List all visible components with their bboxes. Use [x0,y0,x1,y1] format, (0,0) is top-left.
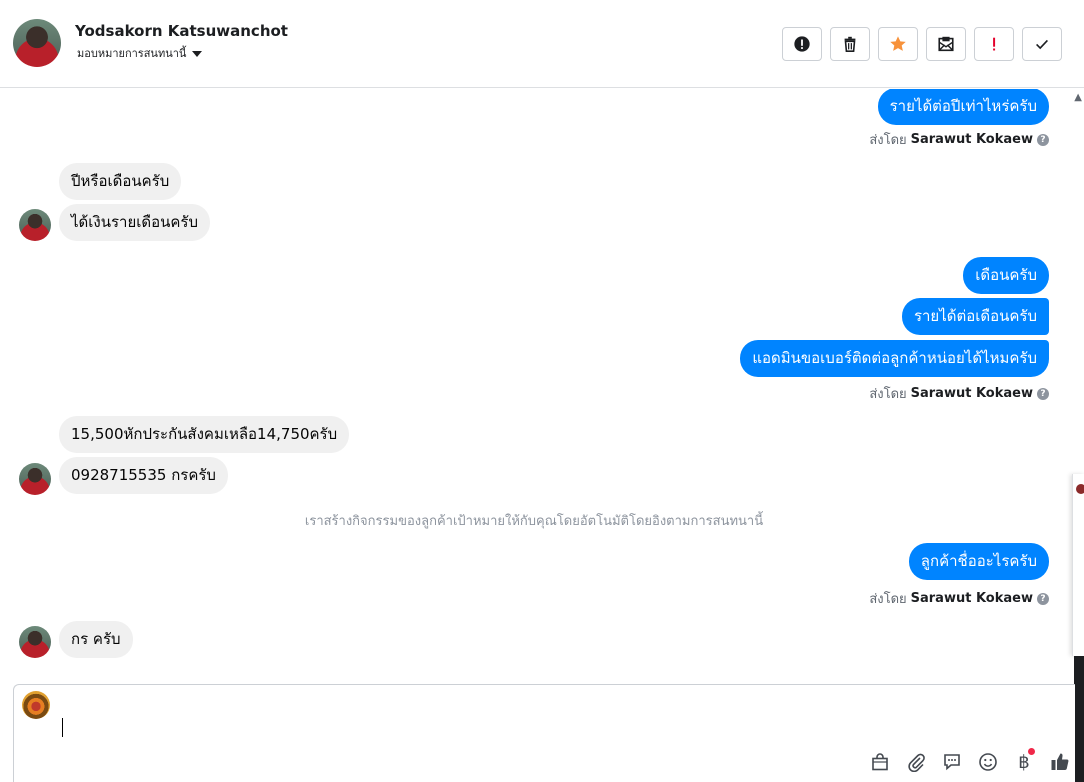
outgoing-message[interactable]: รายได้ต่อปีเท่าไหร่ครับ [877,89,1049,125]
caret-down-icon [192,50,203,57]
sent-by-label: ส่งโดย Sarawut Kokaew ? [869,383,1049,404]
spam-button[interactable] [782,27,822,61]
like-icon [1051,753,1069,770]
outgoing-message[interactable]: ลูกค้าชื่ออะไรครับ [908,543,1049,580]
check-icon [1036,39,1048,50]
composer-tools: ฿ [868,748,1072,774]
side-panel-edge[interactable] [1072,474,1084,656]
shopping-bag-icon [872,753,888,771]
side-dark-panel [1074,656,1084,782]
help-icon[interactable]: ? [1037,592,1049,605]
sent-by-prefix: ส่งโดย [869,387,907,402]
trash-icon [844,36,856,53]
envelope-icon [938,36,954,52]
payment-button[interactable]: ฿ [1012,748,1036,774]
page-avatar [22,691,50,719]
star-icon [890,36,906,51]
outgoing-message[interactable]: แอดมินขอเบอร์ติดต่อลูกค้าหน่อยได้ไหมครับ [740,340,1049,377]
done-button[interactable] [1022,27,1062,61]
outgoing-message[interactable]: รายได้ต่อเดือนครับ [901,298,1049,335]
baht-icon: ฿ [1018,751,1030,773]
attach-button[interactable] [904,750,928,774]
customer-avatar-small[interactable] [19,209,51,241]
paperclip-icon [908,753,925,772]
assign-conversation-dropdown[interactable]: มอบหมายการสนทนานี้ [77,44,203,62]
assign-label: มอบหมายการสนทนานี้ [77,47,187,60]
sent-by-label: ส่งโดย Sarawut Kokaew ? [869,588,1049,609]
incoming-message[interactable]: ได้เงินรายเดือนครับ [59,204,211,241]
incoming-message[interactable]: 0928715535 กรครับ [59,457,228,494]
side-avatar[interactable] [1076,484,1084,494]
message-thread[interactable]: รายได้ต่อปีเท่าไหร่ครับ ส่งโดย Sarawut K… [0,89,1072,683]
scroll-up-icon[interactable]: ▲ [1074,92,1082,103]
customer-name[interactable]: Yodsakorn Katsuwanchot [75,22,288,40]
customer-avatar[interactable] [13,19,61,67]
sent-by-agent[interactable]: Sarawut Kokaew [911,132,1033,147]
header-actions [782,27,1062,61]
sent-by-prefix: ส่งโดย [869,592,907,607]
notification-dot [1028,748,1035,755]
outgoing-message[interactable]: เดือนครับ [963,257,1049,294]
help-icon[interactable]: ? [1037,387,1049,400]
text-cursor [62,718,63,737]
star-button[interactable] [878,27,918,61]
mark-unread-button[interactable] [926,27,966,61]
sent-by-agent[interactable]: Sarawut Kokaew [911,591,1033,606]
incoming-message[interactable]: ปีหรือเดือนครับ [59,163,182,200]
activity-note: เราสร้างกิจกรรมของลูกค้าเป้าหมายให้กับคุ… [304,514,764,529]
sent-by-agent[interactable]: Sarawut Kokaew [911,386,1033,401]
sent-by-label: ส่งโดย Sarawut Kokaew ? [869,129,1049,150]
incoming-message[interactable]: กร ครับ [59,621,133,658]
delete-button[interactable] [830,27,870,61]
important-button[interactable] [974,27,1014,61]
help-icon[interactable]: ? [1037,133,1049,146]
emoji-icon [979,753,997,771]
conversation-header: Yodsakorn Katsuwanchot มอบหมายการสนทนานี… [0,0,1084,88]
shopping-bag-button[interactable] [868,750,892,774]
alert-circle-icon [794,36,810,52]
exclamation-icon [993,37,996,51]
sent-by-prefix: ส่งโดย [869,133,907,148]
incoming-message[interactable]: 15,500หักประกันสังคมเหลือ14,750ครับ [59,416,350,453]
like-button[interactable] [1048,750,1072,774]
saved-reply-button[interactable] [940,750,964,774]
customer-avatar-small[interactable] [19,626,51,658]
emoji-button[interactable] [976,750,1000,774]
customer-avatar-small[interactable] [19,463,51,495]
message-input[interactable] [62,716,1046,740]
saved-reply-icon [944,754,960,771]
